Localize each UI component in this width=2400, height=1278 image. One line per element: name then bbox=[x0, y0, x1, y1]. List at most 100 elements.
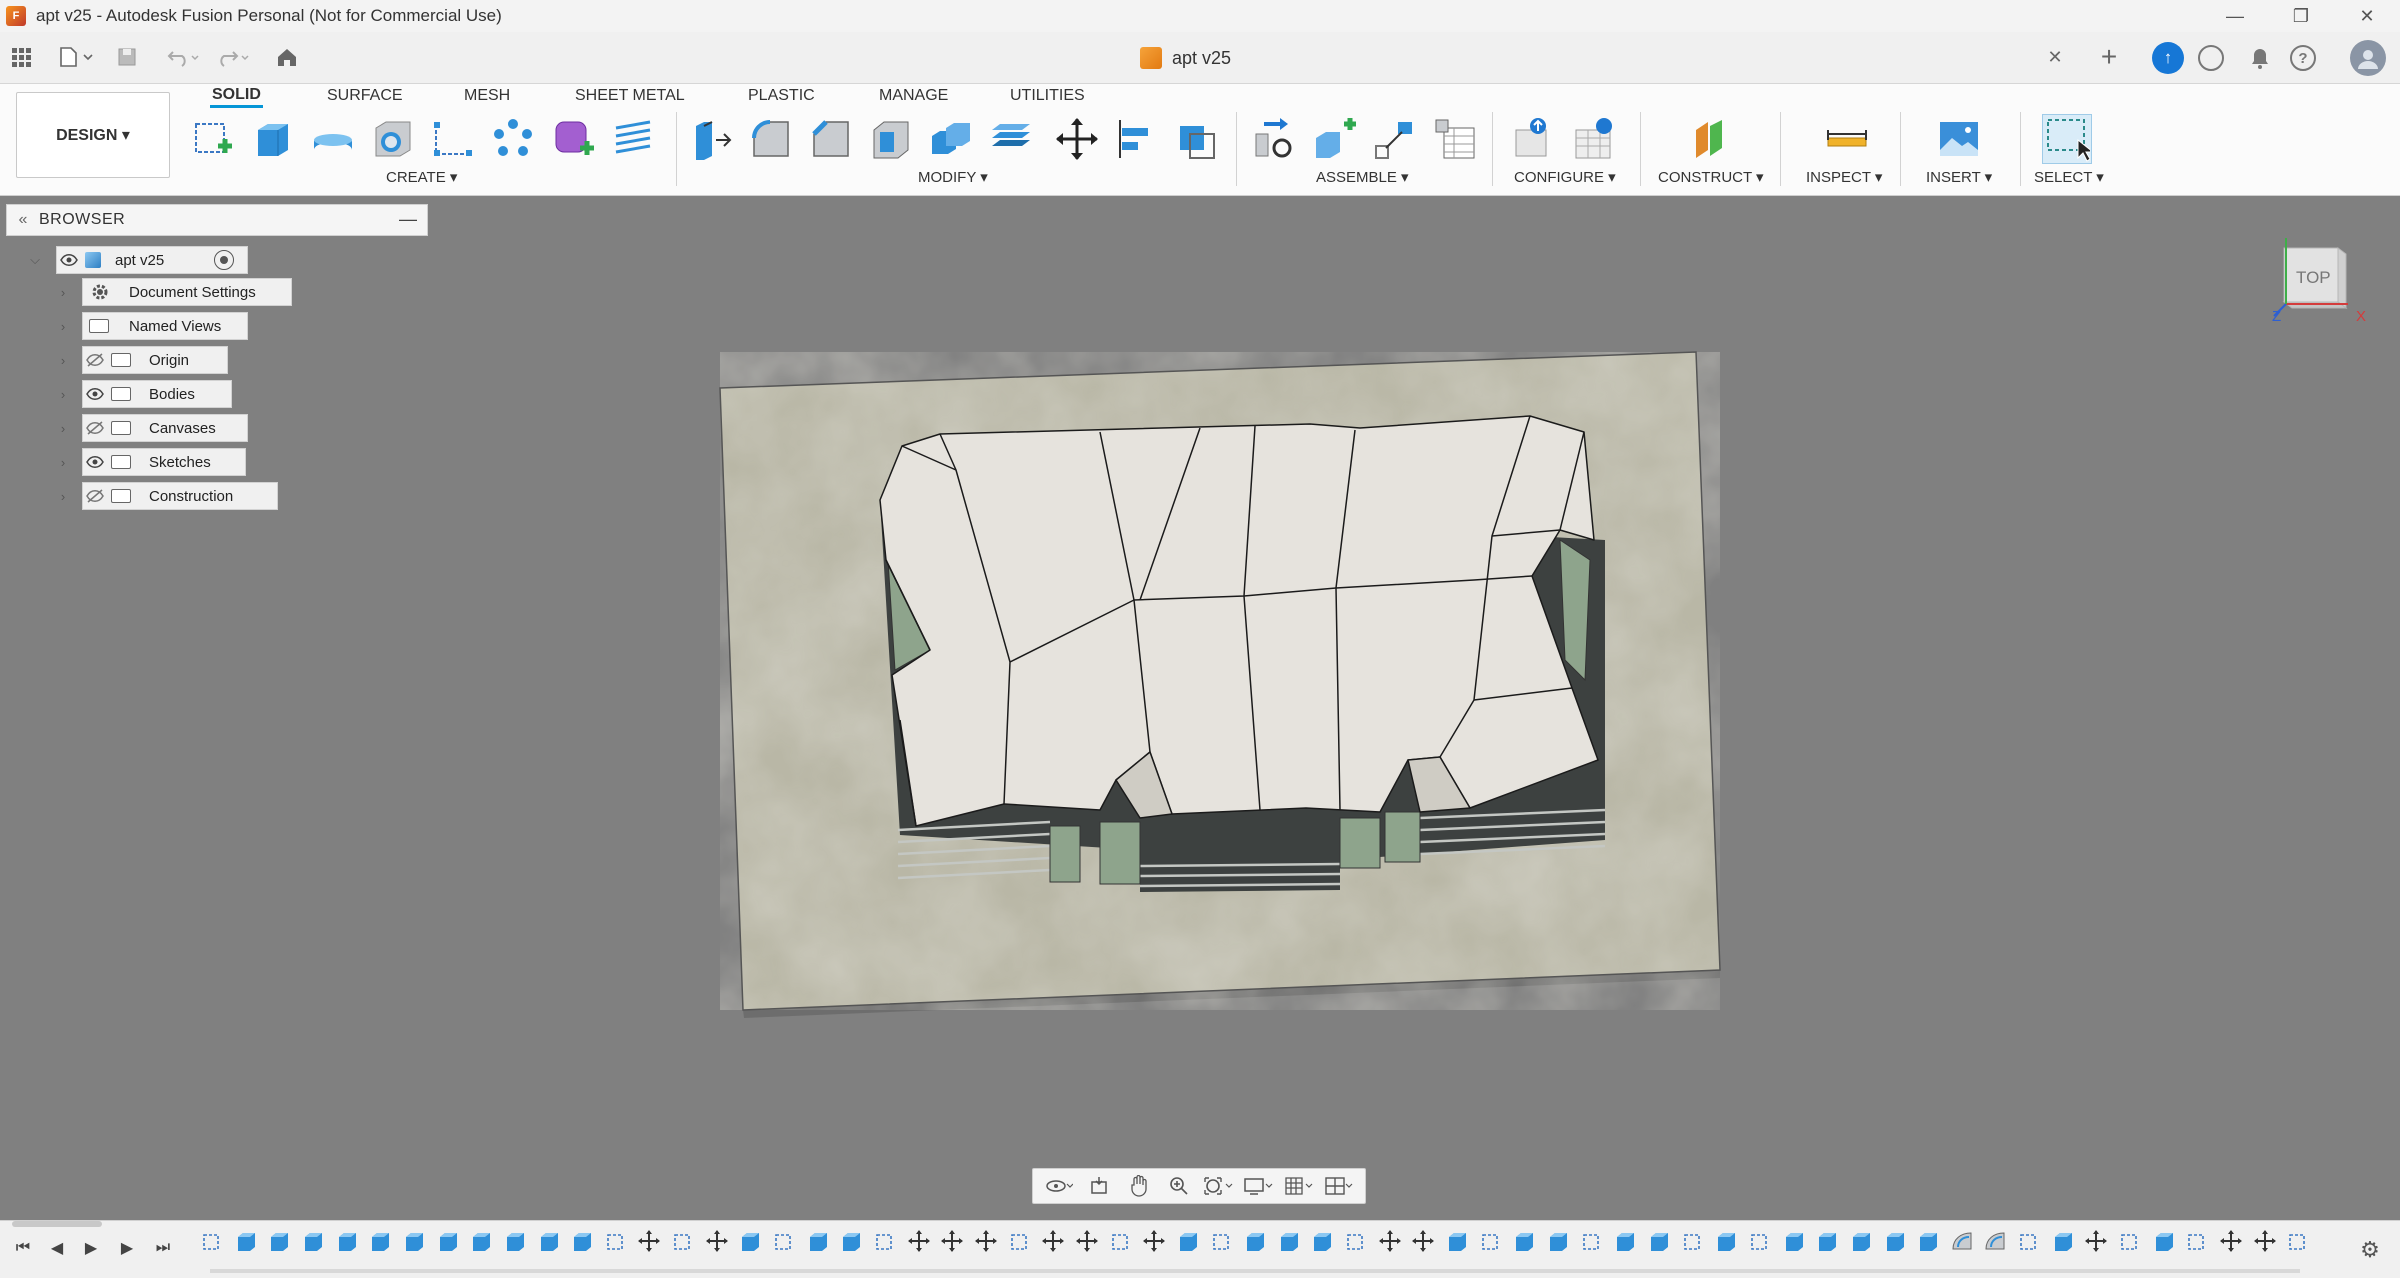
timeline-feature-sketch-icon[interactable] bbox=[873, 1229, 901, 1261]
user-avatar[interactable] bbox=[2350, 40, 2386, 76]
save-icon[interactable] bbox=[112, 42, 142, 72]
physical-material-icon[interactable] bbox=[1172, 114, 1222, 164]
help-icon[interactable]: ? bbox=[2290, 45, 2316, 71]
timeline-feature-move-icon[interactable] bbox=[2253, 1229, 2281, 1261]
restore-button[interactable]: ❐ bbox=[2268, 0, 2334, 32]
timeline-feature-extrude-icon[interactable] bbox=[301, 1229, 329, 1261]
timeline-feature-extrude-icon[interactable] bbox=[368, 1229, 396, 1261]
tab-utilities[interactable]: UTILITIES bbox=[1010, 84, 1085, 108]
timeline-feature-sketch-icon[interactable] bbox=[1008, 1229, 1036, 1261]
timeline-feature-sketch-icon[interactable] bbox=[1109, 1229, 1137, 1261]
timeline-feature-sketch-icon[interactable] bbox=[1681, 1229, 1709, 1261]
timeline-feature-extrude-icon[interactable] bbox=[1546, 1229, 1574, 1261]
undo-icon[interactable] bbox=[160, 42, 204, 72]
as-built-joint-icon[interactable] bbox=[1370, 114, 1420, 164]
timeline-feature-move-icon[interactable] bbox=[2084, 1229, 2112, 1261]
timeline-feature-move-icon[interactable] bbox=[1378, 1229, 1406, 1261]
tree-item-origin[interactable]: Origin bbox=[82, 346, 228, 374]
grid-snaps-icon[interactable] bbox=[1284, 1171, 1314, 1201]
timeline-feature-extrude-icon[interactable] bbox=[1310, 1229, 1338, 1261]
timeline-feature-move-icon[interactable] bbox=[1411, 1229, 1439, 1261]
pan-hand-icon[interactable] bbox=[1124, 1171, 1154, 1201]
shell-icon[interactable] bbox=[866, 114, 916, 164]
press-pull-icon[interactable] bbox=[686, 114, 736, 164]
timeline-track[interactable] bbox=[210, 1269, 2300, 1273]
timeline-feature-sketch-icon[interactable] bbox=[2286, 1229, 2314, 1261]
eye-icon[interactable] bbox=[83, 448, 107, 476]
redo-icon[interactable] bbox=[210, 42, 254, 72]
timeline-feature-extrude-icon[interactable] bbox=[267, 1229, 295, 1261]
timeline-feature-sketch-icon[interactable] bbox=[772, 1229, 800, 1261]
configuration-table-icon[interactable] bbox=[1570, 114, 1620, 164]
timeline-feature-extrude-icon[interactable] bbox=[1512, 1229, 1540, 1261]
timeline-feature-extrude-icon[interactable] bbox=[537, 1229, 565, 1261]
timeline-feature-sketch-icon[interactable] bbox=[2185, 1229, 2213, 1261]
timeline-feature-extrude-icon[interactable] bbox=[1916, 1229, 1944, 1261]
create-form-icon[interactable] bbox=[548, 114, 598, 164]
go-to-start-icon[interactable]: ⏮ bbox=[10, 1235, 36, 1261]
timeline-feature-sketch-icon[interactable] bbox=[1344, 1229, 1372, 1261]
display-settings-icon[interactable] bbox=[1244, 1171, 1274, 1201]
timeline-feature-extrude-icon[interactable] bbox=[1883, 1229, 1911, 1261]
circular-pattern-icon[interactable] bbox=[488, 114, 538, 164]
eye-hidden-icon[interactable] bbox=[83, 346, 107, 374]
tab-mesh[interactable]: MESH bbox=[464, 84, 510, 108]
configure-group-label[interactable]: CONFIGURE ▾ bbox=[1514, 168, 1616, 186]
timeline-feature-extrude-icon[interactable] bbox=[1849, 1229, 1877, 1261]
timeline-feature-sketch-icon[interactable] bbox=[671, 1229, 699, 1261]
timeline-feature-extrude-icon[interactable] bbox=[2152, 1229, 2180, 1261]
revolve-icon[interactable] bbox=[308, 114, 358, 164]
fillet-icon[interactable] bbox=[746, 114, 796, 164]
job-status-icon[interactable]: ↑ bbox=[2152, 42, 2184, 74]
expand-chevron-icon[interactable]: › bbox=[54, 380, 72, 408]
step-back-icon[interactable]: ◀ bbox=[44, 1235, 70, 1261]
activate-radio-icon[interactable] bbox=[214, 250, 234, 270]
timeline-feature-extrude-icon[interactable] bbox=[1613, 1229, 1641, 1261]
tab-surface[interactable]: SURFACE bbox=[327, 84, 403, 108]
zoom-icon[interactable] bbox=[1164, 1171, 1194, 1201]
timeline-feature-extrude-icon[interactable] bbox=[1714, 1229, 1742, 1261]
rectangular-pattern-icon[interactable] bbox=[428, 114, 478, 164]
timeline-feature-extrude-icon[interactable] bbox=[1277, 1229, 1305, 1261]
timeline-feature-extrude-icon[interactable] bbox=[738, 1229, 766, 1261]
eye-hidden-icon[interactable] bbox=[83, 414, 107, 442]
combine-icon[interactable] bbox=[926, 114, 976, 164]
eye-icon[interactable] bbox=[83, 380, 107, 408]
create-sketch-icon[interactable] bbox=[188, 114, 238, 164]
move-copy-icon[interactable] bbox=[1052, 114, 1102, 164]
play-icon[interactable]: ▶ bbox=[78, 1235, 104, 1261]
settings-gear-icon[interactable]: ⚙ bbox=[2355, 1235, 2385, 1265]
timeline-feature-move-icon[interactable] bbox=[907, 1229, 935, 1261]
viewport-canvas[interactable] bbox=[0, 196, 2400, 1220]
select-group-label[interactable]: SELECT ▾ bbox=[2034, 168, 2104, 186]
timeline-feature-move-icon[interactable] bbox=[1075, 1229, 1103, 1261]
timeline-feature-shell-icon[interactable] bbox=[1983, 1229, 2011, 1261]
insert-image-icon[interactable] bbox=[1934, 114, 1984, 164]
timeline-feature-extrude-icon[interactable] bbox=[1647, 1229, 1675, 1261]
expand-chevron-icon[interactable]: › bbox=[54, 482, 72, 510]
timeline-feature-sketch-icon[interactable] bbox=[1210, 1229, 1238, 1261]
tree-item-construction[interactable]: Construction bbox=[82, 482, 278, 510]
timeline-feature-move-icon[interactable] bbox=[1142, 1229, 1170, 1261]
minimize-button[interactable]: — bbox=[2202, 0, 2268, 32]
inspect-group-label[interactable]: INSPECT ▾ bbox=[1806, 168, 1882, 186]
timeline-feature-move-icon[interactable] bbox=[705, 1229, 733, 1261]
timeline-feature-extrude-icon[interactable] bbox=[570, 1229, 598, 1261]
timeline-feature-move-icon[interactable] bbox=[940, 1229, 968, 1261]
orbit-icon[interactable] bbox=[1044, 1171, 1074, 1201]
modify-group-label[interactable]: MODIFY ▾ bbox=[918, 168, 988, 186]
timeline-feature-sketch-icon[interactable] bbox=[1479, 1229, 1507, 1261]
timeline-feature-extrude-icon[interactable] bbox=[335, 1229, 363, 1261]
timeline-feature-sketch-icon[interactable] bbox=[604, 1229, 632, 1261]
timeline-feature-extrude-icon[interactable] bbox=[2051, 1229, 2079, 1261]
collapse-chevron-icon[interactable]: ⌵ bbox=[26, 246, 44, 274]
timeline-feature-extrude-icon[interactable] bbox=[503, 1229, 531, 1261]
expand-chevron-icon[interactable]: › bbox=[54, 278, 72, 306]
home-icon[interactable] bbox=[272, 42, 302, 72]
timeline-feature-extrude-icon[interactable] bbox=[1243, 1229, 1271, 1261]
look-at-icon[interactable] bbox=[1084, 1171, 1114, 1201]
expand-chevron-icon[interactable]: › bbox=[54, 312, 72, 340]
expand-chevron-icon[interactable]: › bbox=[54, 346, 72, 374]
tree-item-named-views[interactable]: Named Views bbox=[82, 312, 248, 340]
select-tool-icon[interactable] bbox=[2042, 114, 2092, 164]
